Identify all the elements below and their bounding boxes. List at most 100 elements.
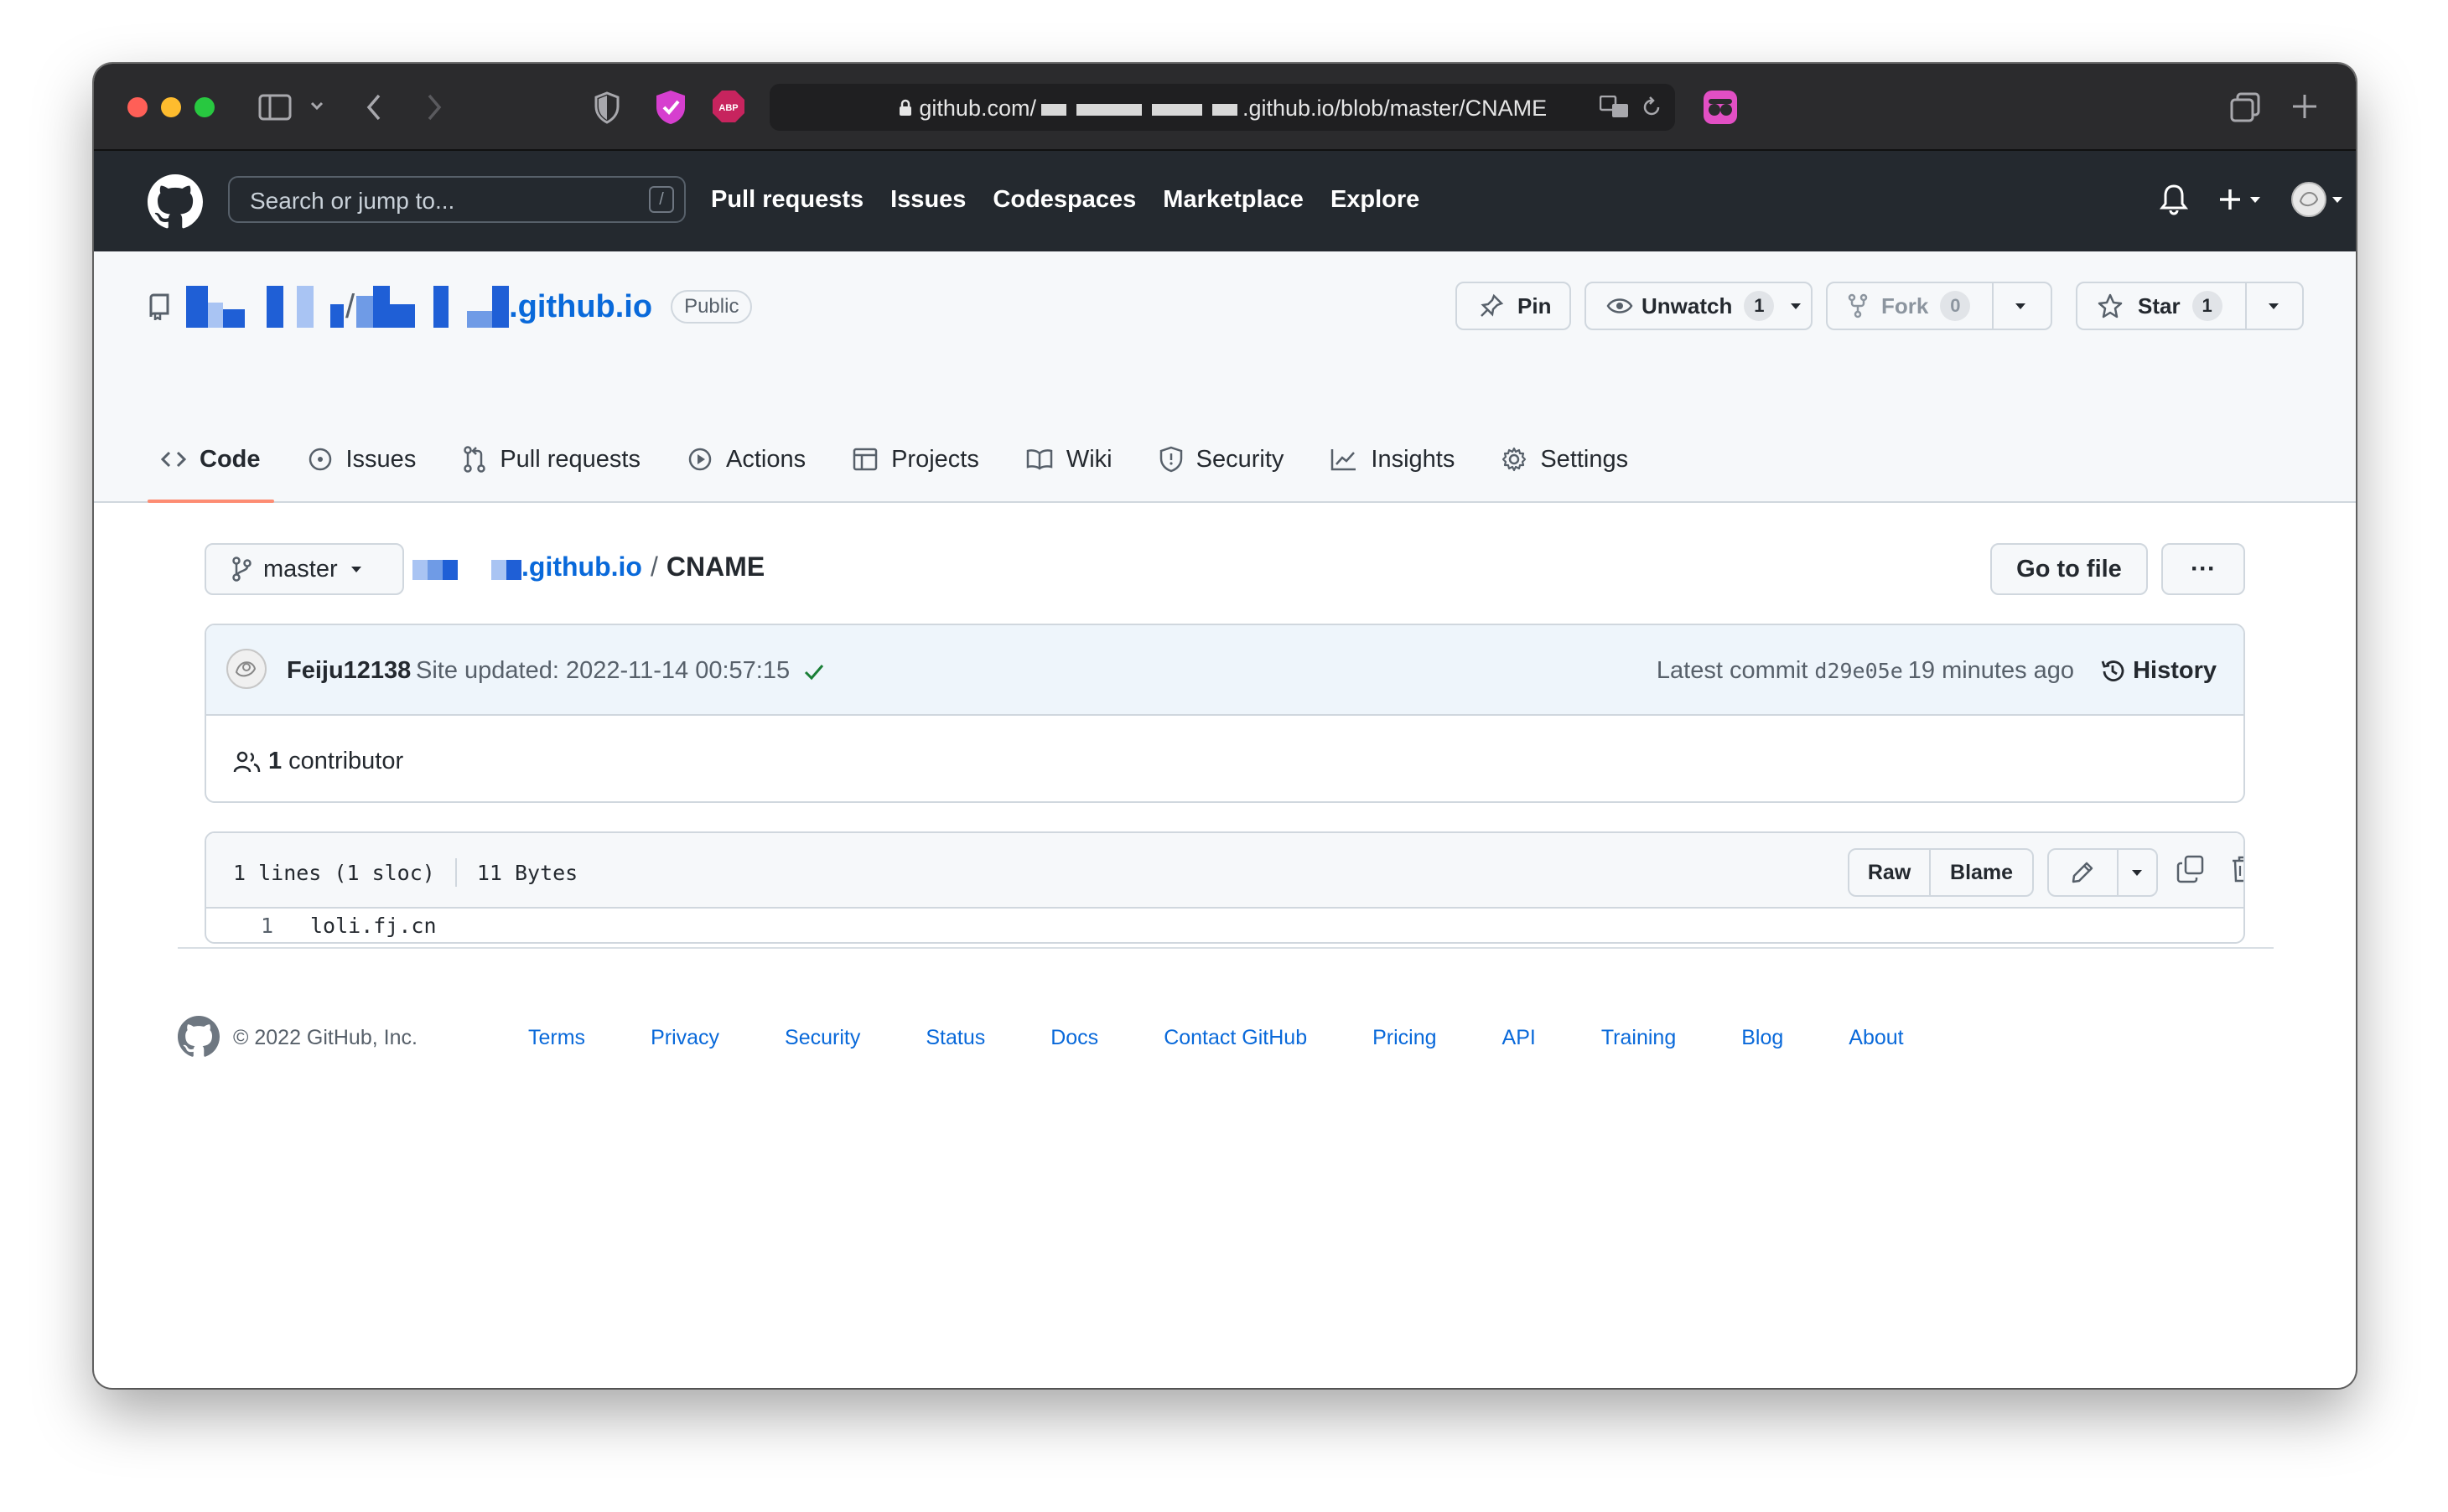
line-number[interactable]: 1 xyxy=(240,914,273,938)
more-options-button[interactable]: ··· xyxy=(2161,543,2245,595)
edit-button[interactable] xyxy=(2049,850,2119,895)
footer-link-training[interactable]: Training xyxy=(1601,1026,1676,1050)
tab-wiki-label: Wiki xyxy=(1066,445,1112,473)
footer-link-api[interactable]: API xyxy=(1502,1026,1536,1050)
footer-link-privacy[interactable]: Privacy xyxy=(651,1026,719,1050)
new-tab-icon[interactable] xyxy=(2290,92,2319,125)
tab-pull-requests[interactable]: Pull requests xyxy=(449,419,654,500)
minimize-window-button[interactable] xyxy=(161,97,181,117)
breadcrumb-filename: CNAME xyxy=(666,551,765,582)
check-icon[interactable] xyxy=(803,662,825,681)
github-logo-icon[interactable] xyxy=(148,174,203,234)
tab-settings-label: Settings xyxy=(1540,445,1629,473)
reload-icon[interactable] xyxy=(1640,96,1663,123)
avatar[interactable] xyxy=(2290,181,2346,222)
footer: © 2022 GitHub, Inc. Terms Privacy Securi… xyxy=(178,1016,2274,1066)
trash-icon[interactable] xyxy=(2230,855,2243,888)
chevron-down-icon xyxy=(350,565,363,573)
footer-link-security[interactable]: Security xyxy=(785,1026,860,1050)
translate-icon[interactable] xyxy=(1599,95,1630,123)
issue-icon xyxy=(308,447,333,472)
chevron-down-icon[interactable] xyxy=(309,97,325,118)
branch-select-button[interactable]: master xyxy=(205,543,404,595)
pull-request-icon xyxy=(463,446,486,473)
nav-pull-requests[interactable]: Pull requests xyxy=(711,186,864,214)
tab-security[interactable]: Security xyxy=(1146,419,1298,500)
bell-icon[interactable] xyxy=(2159,183,2189,220)
commit-hash[interactable]: d29e05e xyxy=(1814,659,1902,683)
go-to-file-button[interactable]: Go to file xyxy=(1990,543,2148,595)
fork-button[interactable]: Fork 0 xyxy=(1826,282,2052,330)
chevron-down-icon[interactable] xyxy=(2267,302,2280,310)
footer-link-status[interactable]: Status xyxy=(926,1026,985,1050)
unwatch-button[interactable]: Unwatch 1 xyxy=(1584,282,1813,330)
fork-count: 0 xyxy=(1940,291,1971,321)
forward-icon[interactable] xyxy=(424,92,444,127)
address-bar[interactable]: github.com/ .github.io/blob/master/CNAME xyxy=(770,84,1675,131)
create-new-plus-icon[interactable] xyxy=(2218,186,2267,217)
star-label: Star xyxy=(2138,293,2181,318)
history-link[interactable]: History xyxy=(2099,657,2217,685)
redacted-owner[interactable] xyxy=(186,286,344,328)
adblock-icon[interactable]: ABP xyxy=(711,89,746,128)
repo-path-separator: / xyxy=(345,287,355,325)
commit-author[interactable]: Feiju12138 xyxy=(287,657,411,685)
redacted-breadcrumb-owner[interactable] xyxy=(412,555,521,580)
tab-wiki[interactable]: Wiki xyxy=(1013,419,1126,500)
global-nav: Pull requests Issues Codespaces Marketpl… xyxy=(711,186,1419,214)
shield-icon[interactable] xyxy=(594,91,620,128)
repo-title: / .github.io Public xyxy=(148,282,753,332)
footer-link-terms[interactable]: Terms xyxy=(528,1026,585,1050)
tab-code[interactable]: Code xyxy=(148,419,274,503)
breadcrumb-repo-link[interactable]: .github.io xyxy=(521,551,642,583)
footer-link-contact[interactable]: Contact GitHub xyxy=(1164,1026,1307,1050)
star-button[interactable]: Star 1 xyxy=(2076,282,2304,330)
blame-button[interactable]: Blame xyxy=(1931,850,2032,895)
copy-icon[interactable] xyxy=(2176,855,2205,888)
tab-actions[interactable]: Actions xyxy=(674,419,819,500)
repo-icon xyxy=(148,293,171,320)
tab-issues-label: Issues xyxy=(345,445,417,473)
table-icon xyxy=(853,447,878,472)
visibility-badge: Public xyxy=(671,290,753,324)
sidebar-icon[interactable] xyxy=(258,94,292,125)
branch-name: master xyxy=(263,555,338,583)
line-count: 1 lines (1 sloc) xyxy=(233,860,435,885)
github-logo-icon[interactable] xyxy=(178,1016,220,1062)
nav-codespaces[interactable]: Codespaces xyxy=(993,186,1136,214)
tab-issues[interactable]: Issues xyxy=(294,419,430,500)
zoom-window-button[interactable] xyxy=(194,97,215,117)
file-viewer: 1 lines (1 sloc) 11 Bytes Raw Blame 1 lo… xyxy=(205,831,2245,944)
raw-button[interactable]: Raw xyxy=(1849,850,1932,895)
tab-insights[interactable]: Insights xyxy=(1317,419,1468,500)
footer-link-docs[interactable]: Docs xyxy=(1050,1026,1098,1050)
tab-settings[interactable]: Settings xyxy=(1488,419,1642,500)
commit-time: 19 minutes ago xyxy=(1907,657,2075,684)
latest-commit-row: Feiju12138 Site updated: 2022-11-14 00:5… xyxy=(206,625,2243,716)
footer-link-blog[interactable]: Blog xyxy=(1741,1026,1783,1050)
contributors-row[interactable]: 1 contributor xyxy=(233,748,403,775)
tabs-overview-icon[interactable] xyxy=(2230,92,2260,127)
privacy-extension-icon[interactable] xyxy=(654,89,687,130)
footer-link-about[interactable]: About xyxy=(1849,1026,1903,1050)
back-icon[interactable] xyxy=(364,92,384,127)
tab-projects[interactable]: Projects xyxy=(839,419,993,500)
chevron-down-icon[interactable] xyxy=(2014,302,2027,310)
search-input[interactable]: Search or jump to... / xyxy=(228,176,686,223)
nav-explore[interactable]: Explore xyxy=(1330,186,1419,214)
extension-glasses-icon[interactable] xyxy=(1702,89,1739,130)
nav-issues[interactable]: Issues xyxy=(890,186,966,214)
nav-marketplace[interactable]: Marketplace xyxy=(1163,186,1304,214)
footer-link-pricing[interactable]: Pricing xyxy=(1372,1026,1436,1050)
lock-icon xyxy=(898,96,920,121)
edit-dropdown-button[interactable] xyxy=(2119,850,2156,895)
search-placeholder: Search or jump to... xyxy=(250,188,455,214)
commit-message-text[interactable]: Site updated: 2022-11-14 00:57:15 xyxy=(416,657,790,685)
avatar[interactable] xyxy=(226,649,267,689)
url-suffix: .github.io/blob/master/CNAME xyxy=(1242,96,1548,121)
pin-button[interactable]: Pin xyxy=(1455,282,1571,330)
redacted-repo-name[interactable] xyxy=(356,286,510,328)
tab-projects-label: Projects xyxy=(891,445,979,473)
close-window-button[interactable] xyxy=(127,97,148,117)
repo-name-suffix[interactable]: .github.io xyxy=(509,289,652,325)
